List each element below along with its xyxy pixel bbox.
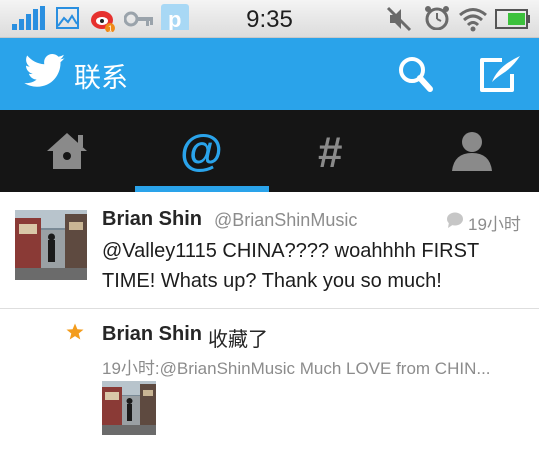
battery-icon <box>495 9 530 29</box>
twitter-bird-icon <box>24 54 65 87</box>
tweet-time: 19小时 <box>468 215 521 234</box>
title-bar: 联系 <box>0 38 539 110</box>
favorited-tweet-preview: 19小时:@BrianShinMusic Much LOVE from CHIN… <box>102 359 491 378</box>
alarm-icon <box>425 6 449 30</box>
search-button[interactable] <box>392 52 440 96</box>
page-title: 联系 <box>74 63 128 93</box>
avatar[interactable] <box>15 210 87 280</box>
tab-home[interactable] <box>0 110 134 192</box>
profile-icon <box>452 132 492 171</box>
compose-icon <box>480 56 520 92</box>
tweet-item[interactable]: Brian Shin @BrianShinMusic 19小时 @Valley1… <box>0 192 539 309</box>
mention-icon: @ <box>180 129 223 173</box>
favorite-action-label: 收藏了 <box>208 329 268 351</box>
status-bar: 1 p 9:35 <box>0 0 539 38</box>
wifi-icon <box>459 8 487 32</box>
thumbnail-image <box>102 381 156 435</box>
favorited-tweet-thumbnail[interactable] <box>102 381 156 435</box>
favorite-item[interactable]: Brian Shin 收藏了 19小时:@BrianShinMusic Much… <box>0 309 539 454</box>
avatar-image <box>15 210 87 280</box>
star-icon <box>66 323 84 340</box>
timeline: Brian Shin @BrianShinMusic 19小时 @Valley1… <box>0 192 539 454</box>
mute-icon <box>386 6 412 32</box>
tab-hashtags[interactable]: # <box>270 110 404 192</box>
svg-text:#: # <box>318 129 342 173</box>
search-icon <box>399 57 433 92</box>
author-handle: @BrianShinMusic <box>214 210 358 230</box>
hashtag-icon: # <box>318 129 342 173</box>
reply-bubble-icon <box>447 212 463 228</box>
home-icon <box>47 133 87 169</box>
tab-profile[interactable] <box>405 110 539 192</box>
author-name[interactable]: Brian Shin <box>102 208 202 231</box>
svg-text:@: @ <box>180 129 223 173</box>
compose-button[interactable] <box>476 52 524 96</box>
tab-bar: @ # <box>0 110 539 192</box>
author-name[interactable]: Brian Shin <box>102 323 202 346</box>
tweet-text: @Valley1115 CHINA???? woahhhh FIRST TIME… <box>102 240 479 292</box>
tab-mentions[interactable]: @ <box>135 110 269 192</box>
